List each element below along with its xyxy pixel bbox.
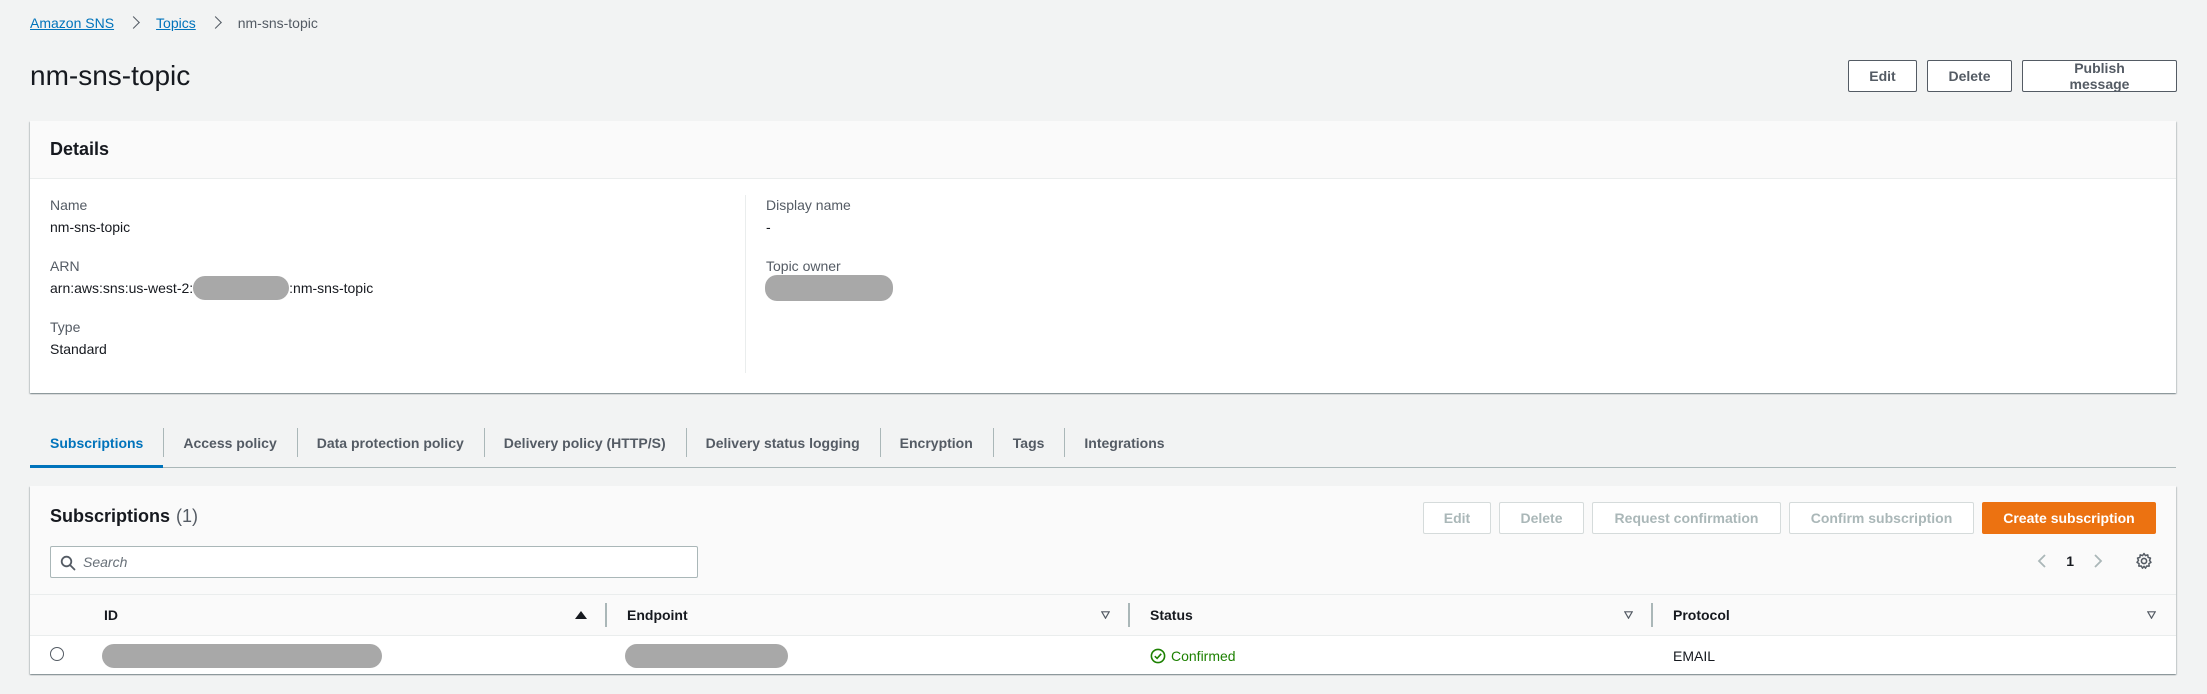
column-header-endpoint[interactable]: Endpoint	[607, 595, 1130, 636]
sort-ascending-icon[interactable]	[575, 611, 587, 619]
subscriptions-count: (1)	[176, 506, 199, 526]
delete-subscription-button[interactable]: Delete	[1499, 502, 1584, 534]
column-label-endpoint: Endpoint	[627, 607, 688, 623]
tab-access-policy[interactable]: Access policy	[163, 418, 296, 467]
chevron-right-icon	[124, 12, 146, 34]
confirm-subscription-button[interactable]: Confirm subscription	[1789, 502, 1974, 534]
endpoint-cell	[607, 636, 1130, 676]
page-actions: Edit Delete Publish message	[1848, 60, 2177, 92]
id-cell	[84, 636, 607, 676]
page-title: nm-sns-topic	[30, 60, 191, 91]
redacted-topic-owner	[765, 275, 893, 301]
breadcrumb-current: nm-sns-topic	[237, 15, 318, 31]
breadcrumb: Amazon SNS Topics nm-sns-topic	[30, 12, 318, 34]
search-box	[50, 546, 698, 578]
arn-value: arn:aws:sns:us-west-2: :nm-sns-topic	[50, 276, 745, 300]
column-label-id: ID	[104, 607, 118, 623]
details-header: Details	[30, 121, 2176, 179]
details-left-column: Name nm-sns-topic ARN arn:aws:sns:us-wes…	[50, 195, 746, 373]
subscriptions-panel: Subscriptions (1) Edit Delete Request co…	[30, 486, 2176, 674]
search-input[interactable]	[51, 547, 697, 577]
row-select-cell	[30, 636, 84, 676]
chevron-left-icon[interactable]	[2032, 549, 2052, 573]
display-name-label: Display name	[766, 197, 851, 213]
subscriptions-actions: Edit Delete Request confirmation Confirm…	[1423, 502, 2156, 534]
tab-delivery-policy[interactable]: Delivery policy (HTTP/S)	[483, 418, 686, 467]
select-column-header	[30, 595, 84, 636]
tab-integrations[interactable]: Integrations	[1064, 418, 1184, 467]
details-panel: Details Name nm-sns-topic ARN arn:aws:sn…	[30, 121, 2176, 393]
subscriptions-header: Subscriptions (1) Edit Delete Request co…	[30, 486, 2176, 594]
sort-descending-icon[interactable]	[2147, 611, 2156, 619]
redacted-account-id	[193, 276, 290, 300]
name-label: Name	[50, 197, 88, 213]
breadcrumb-link-amazon-sns[interactable]: Amazon SNS	[30, 15, 114, 31]
search-icon	[60, 555, 76, 571]
details-right-column: Display name - Topic owner	[765, 195, 893, 317]
sort-descending-icon[interactable]	[1101, 611, 1110, 619]
status-badge: Confirmed	[1150, 648, 1633, 664]
arn-label: ARN	[50, 258, 80, 274]
tab-delivery-status-logging[interactable]: Delivery status logging	[685, 418, 880, 467]
subscriptions-title: Subscriptions (1)	[50, 506, 198, 527]
column-label-status: Status	[1150, 607, 1193, 623]
topic-tabs: Subscriptions Access policy Data protect…	[30, 418, 2176, 468]
topic-owner-value	[765, 275, 893, 301]
pagination: 1	[2032, 549, 2156, 573]
details-title: Details	[50, 139, 110, 159]
topic-owner-label: Topic owner	[766, 258, 841, 274]
tab-subscriptions[interactable]: Subscriptions	[30, 418, 164, 468]
column-header-id[interactable]: ID	[84, 595, 607, 636]
redacted-subscription-id[interactable]	[102, 643, 382, 668]
type-value: Standard	[50, 341, 107, 357]
row-select-radio[interactable]	[50, 647, 64, 662]
column-header-status[interactable]: Status	[1130, 595, 1653, 636]
tab-data-protection-policy[interactable]: Data protection policy	[296, 418, 484, 467]
table-row[interactable]: Confirmed EMAIL	[30, 636, 2176, 676]
status-text: Confirmed	[1171, 647, 1236, 664]
subscriptions-table: ID Endpoint Status Protocol Confirmed EM…	[30, 594, 2176, 676]
protocol-cell: EMAIL	[1673, 647, 1716, 664]
redacted-endpoint	[625, 643, 788, 668]
type-label: Type	[50, 319, 81, 335]
create-subscription-button[interactable]: Create subscription	[1982, 502, 2156, 534]
column-header-protocol[interactable]: Protocol	[1653, 595, 2176, 636]
sort-descending-icon[interactable]	[1624, 611, 1633, 619]
edit-subscription-button[interactable]: Edit	[1423, 502, 1491, 534]
name-value: nm-sns-topic	[50, 219, 131, 235]
delete-button[interactable]: Delete	[1927, 60, 2012, 92]
tab-encryption[interactable]: Encryption	[879, 418, 993, 467]
arn-suffix: :nm-sns-topic	[289, 280, 374, 296]
chevron-right-icon[interactable]	[2088, 549, 2108, 573]
edit-button[interactable]: Edit	[1848, 60, 1917, 92]
status-cell: Confirmed	[1130, 636, 1653, 676]
chevron-right-icon	[206, 12, 228, 34]
gear-icon[interactable]	[2132, 549, 2156, 573]
display-name-value: -	[766, 219, 771, 235]
breadcrumb-link-topics[interactable]: Topics	[156, 15, 196, 31]
column-label-protocol: Protocol	[1673, 607, 1730, 623]
page-number[interactable]: 1	[2066, 553, 2074, 569]
publish-message-button[interactable]: Publish message	[2022, 60, 2177, 92]
request-confirmation-button[interactable]: Request confirmation	[1592, 502, 1781, 534]
check-circle-icon	[1150, 648, 1166, 664]
arn-prefix: arn:aws:sns:us-west-2:	[50, 280, 194, 296]
subscriptions-heading: Subscriptions	[50, 506, 171, 526]
tab-tags[interactable]: Tags	[992, 418, 1065, 467]
